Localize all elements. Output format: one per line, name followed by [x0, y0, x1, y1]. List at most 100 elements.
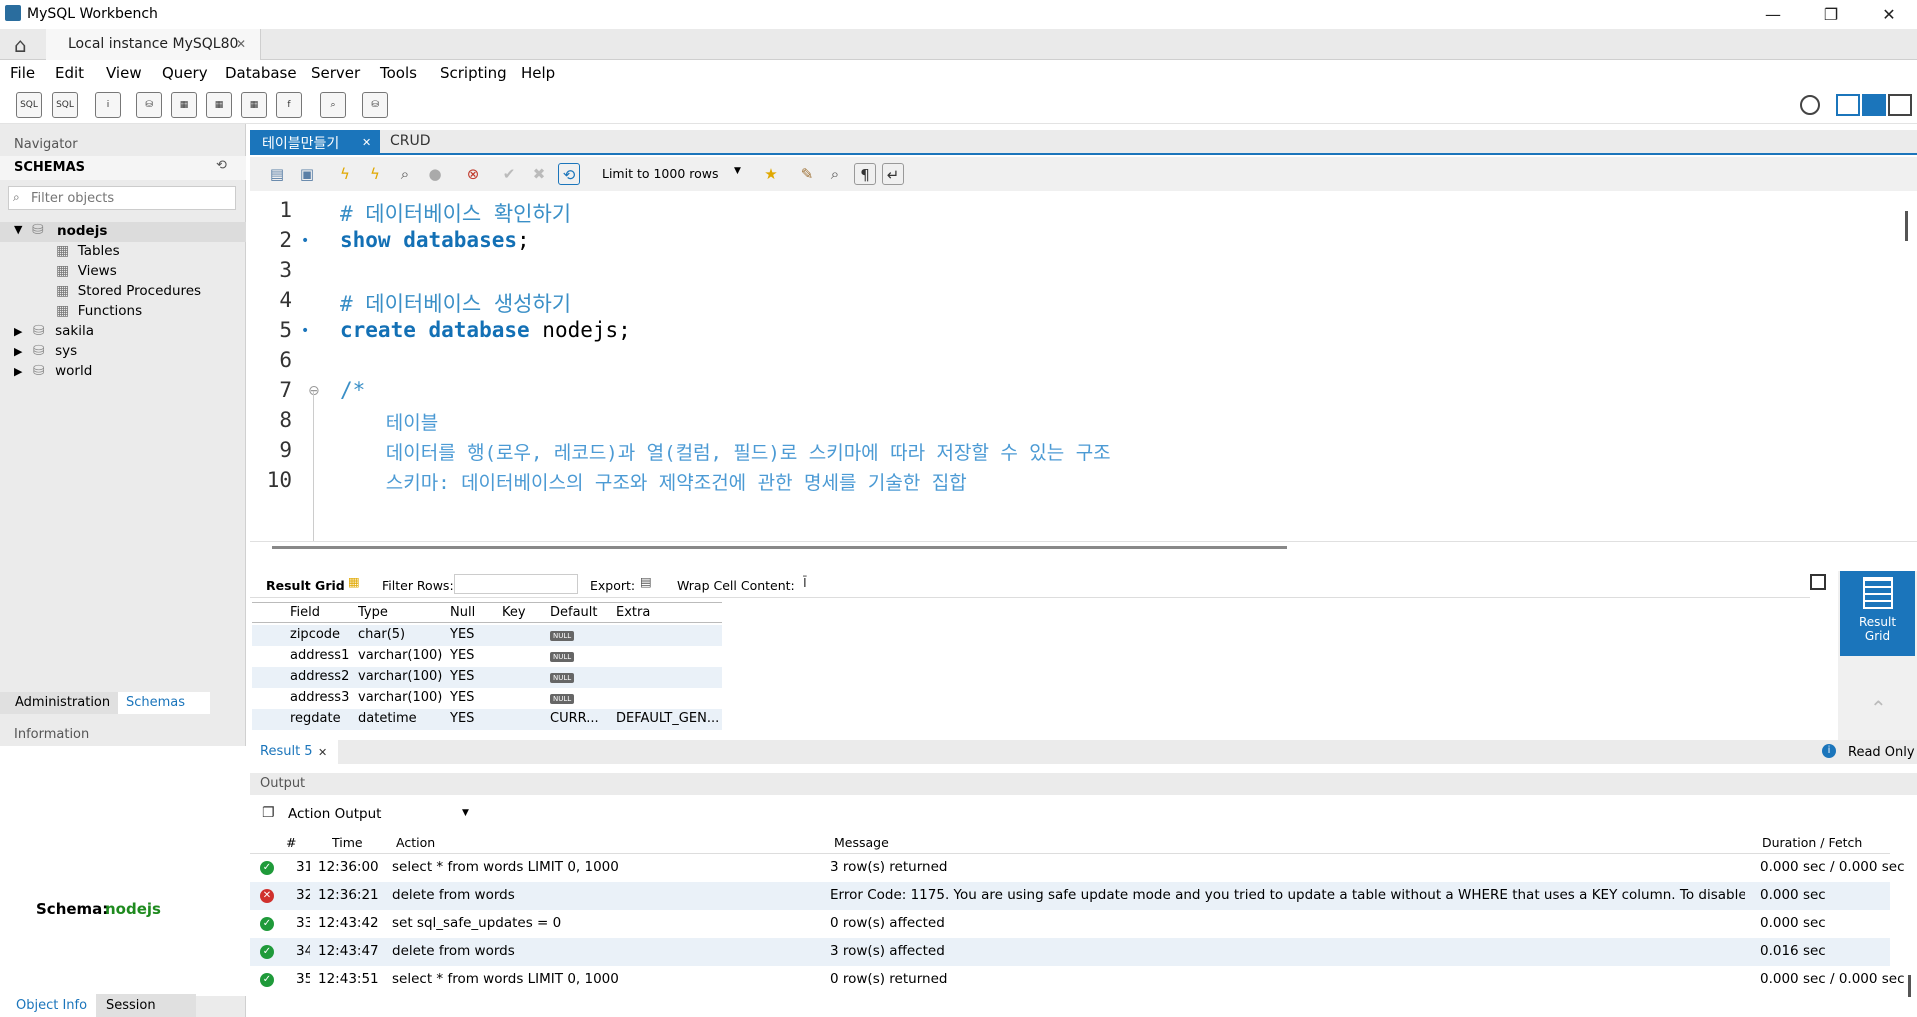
- tab-result-5[interactable]: Result 5 ✕: [250, 740, 338, 764]
- word-wrap-icon[interactable]: ↵: [882, 163, 904, 185]
- close-window-button[interactable]: ✕: [1866, 0, 1912, 29]
- create-table-icon[interactable]: ▦: [171, 92, 197, 118]
- execute-current-icon[interactable]: ϟ: [364, 163, 386, 185]
- tree-item-stored-procedures[interactable]: ▦ Stored Procedures: [56, 283, 201, 299]
- filter-objects-input[interactable]: [31, 189, 231, 207]
- code-line[interactable]: /*: [340, 378, 365, 402]
- column-header-default[interactable]: Default: [550, 605, 598, 620]
- grid-cell-default[interactable]: CURR...: [550, 711, 599, 726]
- column-header-extra[interactable]: Extra: [616, 605, 650, 620]
- close-icon[interactable]: ✕: [362, 136, 371, 149]
- output-scrollbar[interactable]: [1908, 975, 1911, 997]
- toggle-error-icon[interactable]: ⊗: [462, 163, 484, 185]
- wrap-cell-icon[interactable]: Ī: [803, 575, 807, 590]
- code-line[interactable]: create database nodejs;: [340, 318, 631, 342]
- result-grid-side-button[interactable]: Result Grid: [1840, 571, 1915, 656]
- grid-cell-type[interactable]: varchar(100): [358, 690, 442, 705]
- tab-crud[interactable]: CRUD: [390, 133, 431, 149]
- code-line[interactable]: # 데이터베이스 확인하기: [340, 198, 571, 228]
- inspector-icon[interactable]: i: [95, 92, 121, 118]
- tab-schemas[interactable]: Schemas: [118, 692, 210, 714]
- tab-object-info[interactable]: Object Info: [0, 994, 96, 1017]
- beautify-icon[interactable]: ✎: [796, 163, 818, 185]
- commit-icon[interactable]: ✔: [498, 163, 520, 185]
- tab-session[interactable]: Session: [96, 994, 196, 1017]
- code-line[interactable]: 데이터를 행(로우, 레코드)과 열(컬럼, 필드)로 스키마에 따라 저장할 …: [340, 438, 1111, 465]
- settings-icon[interactable]: [1800, 95, 1820, 115]
- autocommit-icon[interactable]: ⟲: [558, 163, 580, 185]
- create-view-icon[interactable]: ▦: [206, 92, 232, 118]
- tree-item-views[interactable]: ▦ Views: [56, 263, 117, 279]
- column-header-field[interactable]: Field: [290, 605, 320, 620]
- output-row[interactable]: ✕ 32 12:36:21 delete from words Error Code: …: [250, 882, 1890, 910]
- tree-item-functions[interactable]: ▦ Functions: [56, 303, 142, 319]
- output-row[interactable]: ✓ 33 12:43:42 set sql_safe_updates = 0 0 row…: [250, 910, 1890, 938]
- grid-cell-type[interactable]: char(5): [358, 627, 405, 642]
- table-row[interactable]: address3 varchar(100) YES NULL: [252, 688, 722, 709]
- output-row[interactable]: ✓ 34 12:43:47 delete from words 3 row(s) aff…: [250, 938, 1890, 966]
- menu-query[interactable]: Query: [162, 64, 208, 82]
- grid-cell-field[interactable]: address2: [290, 669, 349, 684]
- menu-database[interactable]: Database: [225, 64, 297, 82]
- table-row[interactable]: address1 varchar(100) YES NULL: [252, 646, 722, 667]
- menu-edit[interactable]: Edit: [55, 64, 84, 82]
- create-function-icon[interactable]: f: [276, 92, 302, 118]
- expand-arrow-icon[interactable]: ▶: [14, 325, 22, 338]
- rollback-icon[interactable]: ✖: [528, 163, 550, 185]
- grid-cell-null[interactable]: YES: [450, 669, 474, 684]
- expand-arrow-icon[interactable]: ▼: [14, 223, 22, 236]
- menu-server[interactable]: Server: [311, 64, 360, 82]
- vertical-scrollbar[interactable]: [1905, 211, 1908, 241]
- menu-view[interactable]: View: [106, 64, 142, 82]
- stop-icon[interactable]: ●: [424, 163, 446, 185]
- output-table[interactable]: # Time Action Message Duration / Fetch ✓…: [250, 830, 1911, 1017]
- grid-cell-type[interactable]: varchar(100): [358, 669, 442, 684]
- copy-icon[interactable]: ❐: [262, 805, 275, 821]
- close-icon[interactable]: ✕: [318, 746, 327, 759]
- invisible-chars-icon[interactable]: ¶: [854, 163, 876, 185]
- tree-item-world[interactable]: ▶ ⛁ world: [14, 363, 92, 379]
- add-snippet-icon[interactable]: ★: [760, 163, 782, 185]
- grid-cell-field[interactable]: regdate: [290, 711, 341, 726]
- grid-cell-default[interactable]: NULL: [550, 648, 575, 663]
- grid-cell-extra[interactable]: DEFAULT_GEN...: [616, 711, 719, 726]
- home-icon[interactable]: ⌂: [14, 33, 27, 57]
- grid-cell-null[interactable]: YES: [450, 690, 474, 705]
- code-line[interactable]: show databases;: [340, 228, 530, 252]
- code-line[interactable]: 스키마: 데이터베이스의 구조와 제약조건에 관한 명세를 기술한 집합: [340, 468, 967, 495]
- create-schema-icon[interactable]: ⛁: [136, 92, 162, 118]
- column-header-key[interactable]: Key: [502, 605, 526, 620]
- grid-cell-null[interactable]: YES: [450, 648, 474, 663]
- tree-item-tables[interactable]: ▦ Tables: [56, 243, 120, 259]
- tree-item-nodejs[interactable]: ▼ ⛁ nodejs: [0, 222, 246, 242]
- side-scroll-icon[interactable]: ⌃: [1870, 696, 1887, 720]
- create-procedure-icon[interactable]: ▦: [241, 92, 267, 118]
- save-icon[interactable]: ▣: [296, 163, 318, 185]
- grid-cell-null[interactable]: YES: [450, 711, 474, 726]
- grid-cell-type[interactable]: varchar(100): [358, 648, 442, 663]
- explain-icon[interactable]: ⌕: [394, 163, 416, 185]
- search-table-data-icon[interactable]: ⌕: [320, 92, 346, 118]
- refresh-schemas-icon[interactable]: ⟲: [216, 158, 227, 173]
- result-grid-label[interactable]: Result Grid: [266, 578, 345, 593]
- menu-scripting[interactable]: Scripting: [440, 64, 507, 82]
- minimize-button[interactable]: —: [1750, 0, 1796, 29]
- new-sql-tab-icon[interactable]: SQL: [16, 92, 42, 118]
- tree-item-sakila[interactable]: ▶ ⛁ sakila: [14, 323, 94, 339]
- toggle-result-panel-icon[interactable]: [1810, 574, 1826, 590]
- open-sql-script-icon[interactable]: SQL: [52, 92, 78, 118]
- find-icon[interactable]: ⌕: [824, 163, 846, 185]
- reconnect-icon[interactable]: ⛁: [362, 92, 388, 118]
- grid-cell-default[interactable]: NULL: [550, 669, 575, 684]
- tab-administration[interactable]: Administration: [0, 692, 118, 714]
- horizontal-scrollbar[interactable]: [250, 541, 1917, 556]
- filter-rows-input[interactable]: [454, 574, 578, 594]
- menu-file[interactable]: File: [10, 64, 35, 82]
- expand-arrow-icon[interactable]: ▶: [14, 365, 22, 378]
- sql-code-editor[interactable]: 1 # 데이터베이스 확인하기 2 • show databases; 3 4 # 데이터베이…: [250, 191, 1917, 541]
- tree-item-sys[interactable]: ▶ ⛁ sys: [14, 343, 77, 359]
- output-row[interactable]: ✓ 31 12:36:00 select * from words LIMIT 0, …: [250, 854, 1905, 882]
- toggle-sidebar-icon[interactable]: [1836, 94, 1860, 116]
- code-line[interactable]: 테이블: [340, 408, 438, 435]
- table-row[interactable]: regdate datetime YES CURR... DEFAULT_GEN...: [252, 709, 722, 730]
